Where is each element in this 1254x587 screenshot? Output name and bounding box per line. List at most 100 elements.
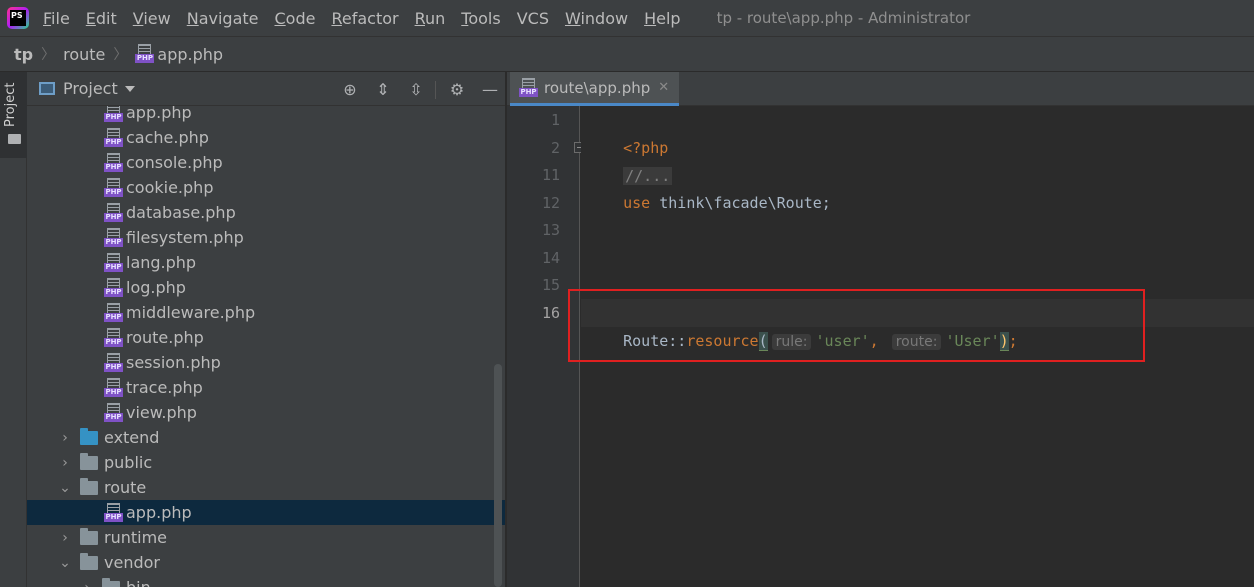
menu-item-view[interactable]: View [133, 9, 171, 28]
menu-item-refactor[interactable]: Refactor [331, 9, 398, 28]
tree-item-route-php[interactable]: PHP route.php [27, 325, 505, 350]
breadcrumb-separator-icon: 〉 [41, 47, 56, 63]
line-number: 1 [550, 111, 560, 129]
php-file-icon: PHP [519, 77, 538, 98]
chevron-right-icon[interactable]: › [77, 580, 97, 587]
project-tool-label: Project [3, 82, 18, 127]
tree-item-label: runtime [104, 528, 168, 547]
tree-item-cookie-php[interactable]: PHP cookie.php [27, 175, 505, 200]
project-panel: Project ⊕ ⇕ ⇳ ⚙ — PHP app.php PHP cache.php… [27, 72, 506, 587]
menu-bar: PS File Edit View Navigate Code Refactor Run To… [0, 0, 1254, 36]
menu-item-run[interactable]: Run [415, 9, 446, 28]
php-file-icon: PHP [104, 127, 123, 148]
tree-item-label: console.php [126, 153, 223, 172]
breadcrumb-folder[interactable]: route [63, 45, 105, 64]
php-file-icon: PHP [104, 106, 123, 123]
tree-item-middleware-php[interactable]: PHP middleware.php [27, 300, 505, 325]
breadcrumb-separator-icon: 〉 [113, 47, 128, 63]
tree-item-log-php[interactable]: PHP log.php [27, 275, 505, 300]
tree-scrollbar[interactable] [494, 364, 502, 587]
tree-item-label: view.php [126, 403, 197, 422]
tree-item-label: filesystem.php [126, 228, 244, 247]
php-file-icon: PHP [104, 402, 123, 423]
chevron-down-icon[interactable]: ⌄ [55, 480, 75, 496]
logo-text: PS [10, 10, 26, 26]
locate-icon[interactable]: ⊕ [340, 80, 360, 100]
editor-tab-bar: PHP route\app.php ✕ [507, 72, 1254, 106]
tree-item-trace-php[interactable]: PHP trace.php [27, 375, 505, 400]
expand-all-icon[interactable]: ⇕ [373, 80, 393, 100]
header-divider [435, 81, 436, 99]
menu-item-vcs[interactable]: VCS [517, 9, 549, 28]
tree-item-session-php[interactable]: PHP session.php [27, 350, 505, 375]
chevron-down-icon[interactable]: ⌄ [55, 555, 75, 571]
tree-item-vendor[interactable]: ⌄ vendor [27, 550, 505, 575]
close-icon[interactable]: ✕ [658, 80, 669, 95]
tree-item-label: app.php [126, 106, 192, 122]
tree-item-label: cookie.php [126, 178, 214, 197]
menu-items: File Edit View Navigate Code Refactor Run Tools… [43, 9, 697, 28]
code-line-11: use think\facade\Route; [587, 161, 831, 212]
window-title: tp - route\app.php - Administrator [716, 9, 971, 27]
tree-item-console-php[interactable]: PHP console.php [27, 150, 505, 175]
tree-item-label: middleware.php [126, 303, 256, 322]
line-number: 15 [541, 276, 560, 294]
breadcrumb-project[interactable]: tp [14, 45, 33, 64]
tree-item-label: database.php [126, 203, 236, 222]
php-file-icon: PHP [104, 227, 123, 248]
menu-item-edit[interactable]: Edit [86, 9, 117, 28]
tree-item-label: bin [126, 578, 151, 587]
tree-item-label: app.php [126, 503, 192, 522]
code-line-1: <?php [587, 106, 668, 157]
chevron-right-icon[interactable]: › [55, 430, 75, 446]
tree-item-label: route.php [126, 328, 204, 347]
line-number: 16 [541, 304, 560, 322]
menu-item-code[interactable]: Code [275, 9, 316, 28]
tree-item-bin[interactable]: › bin [27, 575, 505, 587]
gear-icon[interactable]: ⚙ [447, 80, 467, 100]
tree-item-extend[interactable]: › extend [27, 425, 505, 450]
folder-icon [8, 134, 21, 144]
chevron-right-icon[interactable]: › [55, 530, 75, 546]
project-tool-button[interactable]: Project [0, 72, 27, 158]
tree-item-label: cache.php [126, 128, 209, 147]
tab-route-app-php[interactable]: PHP route\app.php ✕ [510, 72, 679, 106]
folder-icon [80, 452, 98, 470]
chevron-right-icon[interactable]: › [55, 455, 75, 471]
project-view-label[interactable]: Project [63, 79, 118, 98]
tree-item-database-php[interactable]: PHP database.php [27, 200, 505, 225]
menu-item-file[interactable]: File [43, 9, 70, 28]
folder-icon [80, 427, 98, 445]
tree-item-label: session.php [126, 353, 221, 372]
tree-item-filesystem-php[interactable]: PHP filesystem.php [27, 225, 505, 250]
tree-item-view-php[interactable]: PHP view.php [27, 400, 505, 425]
folder-icon [102, 577, 120, 587]
php-file-icon: PHP [104, 352, 123, 373]
php-file-icon: PHP [104, 177, 123, 198]
tree-item-app-php[interactable]: PHP app.php [27, 106, 505, 125]
folder-icon [80, 552, 98, 570]
php-file-icon: PHP [104, 152, 123, 173]
chevron-down-icon[interactable] [124, 85, 135, 92]
menu-item-tools[interactable]: Tools [461, 9, 500, 28]
tree-item-cache-php[interactable]: PHP cache.php [27, 125, 505, 150]
menu-item-help[interactable]: Help [644, 9, 680, 28]
php-file-icon: PHP [104, 252, 123, 273]
folder-icon [80, 527, 98, 545]
breadcrumb-file[interactable]: app.php [157, 45, 223, 64]
tree-item-label: lang.php [126, 253, 197, 272]
php-file-icon: PHP [104, 202, 123, 223]
menu-item-window[interactable]: Window [565, 9, 628, 28]
menu-item-navigate[interactable]: Navigate [187, 9, 259, 28]
tree-item-runtime[interactable]: › runtime [27, 525, 505, 550]
tree-item-label: route [104, 478, 147, 497]
use-statement: think\facade\Route; [650, 194, 831, 212]
breadcrumb: tp 〉 route 〉 PHP app.php [0, 36, 1254, 72]
tree-item-public[interactable]: › public [27, 450, 505, 475]
tree-item-app-php[interactable]: PHP app.php [27, 500, 505, 525]
minimize-icon[interactable]: — [480, 80, 500, 100]
line-number: 13 [541, 221, 560, 239]
collapse-all-icon[interactable]: ⇳ [406, 80, 426, 100]
tree-item-lang-php[interactable]: PHP lang.php [27, 250, 505, 275]
tree-item-route[interactable]: ⌄ route [27, 475, 505, 500]
